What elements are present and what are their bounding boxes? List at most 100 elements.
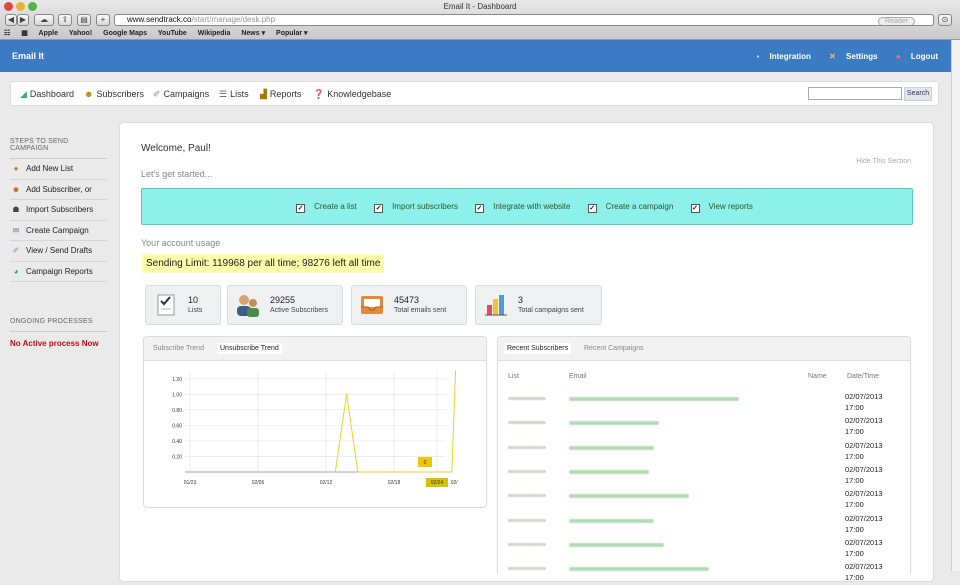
- time-text: 17:00: [845, 403, 864, 412]
- data-point: [345, 393, 348, 396]
- tab-subscribe-trend[interactable]: Subscribe Trend: [150, 343, 207, 354]
- date-cell: 02/07/2013 17:00: [845, 513, 883, 535]
- stat-value: 3: [518, 295, 524, 305]
- new-tab-icon[interactable]: +: [96, 14, 110, 26]
- page-scrollbar[interactable]: [951, 40, 960, 571]
- time-text: 17:00: [845, 500, 864, 510]
- time-text: 17:00: [845, 573, 864, 583]
- date-cell: 02/07/2013 17:00: [845, 488, 883, 510]
- top-sites-icon[interactable]: ▦: [21, 30, 28, 37]
- bookmark-item[interactable]: Apple: [39, 30, 58, 37]
- tab-recent-campaigns[interactable]: Recent Campaigns: [581, 343, 647, 354]
- create-icon: ✉: [12, 225, 20, 235]
- reader-button[interactable]: Reader: [878, 17, 915, 25]
- date-text: 02/07/2013: [845, 562, 883, 572]
- menu-reports[interactable]: ▟ Reports: [260, 89, 301, 100]
- date-text: 02/07/2013: [845, 392, 883, 401]
- stat-label: Lists: [188, 307, 203, 314]
- logout-link[interactable]: ● Logout: [888, 52, 938, 61]
- forward-icon[interactable]: ▶: [17, 14, 29, 26]
- search-button[interactable]: Search: [904, 87, 932, 101]
- hide-section-link[interactable]: Hide This Section: [856, 158, 911, 165]
- tab-recent-subscribers[interactable]: Recent Subscribers: [504, 343, 572, 354]
- tab-unsubscribe-trend[interactable]: Unsubscribe Trend: [217, 343, 282, 354]
- list-icon: ●: [13, 164, 19, 173]
- share-icon[interactable]: ⇪: [58, 14, 72, 26]
- step-create-campaign[interactable]: ✓ Create a campaign: [587, 202, 679, 213]
- reading-list-icon[interactable]: ☷: [4, 30, 10, 37]
- stat-emails-sent[interactable]: 45473 Total emails sent: [351, 285, 467, 325]
- email-cell[interactable]: [569, 469, 649, 474]
- bookmark-item[interactable]: Yahoo!: [69, 30, 92, 37]
- checkbox-checked-icon: ✓: [690, 204, 700, 213]
- date-cell: 02/07/2013 17:00: [845, 464, 883, 486]
- onboarding-steps: ✓ Create a list ✓ Import subscribers ✓ Inte…: [141, 188, 913, 225]
- brand-logo[interactable]: Email It: [12, 51, 44, 61]
- close-window-icon[interactable]: [4, 2, 13, 11]
- search-input[interactable]: [808, 87, 902, 100]
- stat-lists[interactable]: 10 Lists: [145, 285, 221, 325]
- add-user-icon: ☻: [11, 184, 21, 194]
- sidebar-item-label: Create Campaign: [26, 225, 89, 235]
- sidebar-heading: STEPS TO SEND CAMPAIGN: [10, 138, 107, 159]
- sidebar-item-drafts[interactable]: ✐ View / Send Drafts: [10, 241, 107, 262]
- y-tick-label: 1.00: [172, 392, 182, 398]
- menu-knowledgebase[interactable]: ❓ Knowledgebase: [313, 89, 391, 100]
- stat-subscribers[interactable]: 29255 Active Subscribers: [227, 285, 343, 325]
- bookmark-item[interactable]: YouTube: [158, 30, 187, 37]
- sidebar-item-add-subscriber[interactable]: ☻ Add Subscriber, or: [10, 180, 107, 200]
- table-row: 02/07/2013 17:00: [508, 464, 903, 488]
- downloads-icon[interactable]: ⊙: [938, 14, 952, 26]
- email-cell[interactable]: [569, 445, 654, 450]
- menu-subscribers[interactable]: ☻ Subscribers: [84, 89, 144, 99]
- address-bar[interactable]: www.sendtrack.co/start/manage/desk.php R…: [114, 14, 934, 26]
- bookmark-item[interactable]: News ▾: [241, 30, 265, 37]
- step-view-reports[interactable]: ✓ View reports: [690, 202, 758, 213]
- time-text: 17:00: [845, 427, 864, 437]
- y-tick-label: 0.80: [172, 408, 182, 414]
- stat-campaigns-sent[interactable]: 3 Total campaigns sent: [475, 285, 602, 325]
- subscribers-icon: ☻: [84, 89, 94, 99]
- email-cell[interactable]: [569, 542, 664, 547]
- menu-lists[interactable]: ☰ Lists: [219, 89, 249, 100]
- date-text: 02/07/2013: [845, 537, 883, 547]
- import-icon: ☗: [12, 205, 20, 214]
- zoom-window-icon[interactable]: [28, 2, 37, 11]
- sidebar-item-add-list[interactable]: ● Add New List: [10, 159, 107, 180]
- sidebar-item-reports[interactable]: ◕ Campaign Reports: [10, 262, 107, 282]
- email-cell[interactable]: [569, 494, 689, 499]
- bookmark-item[interactable]: Popular ▾: [276, 30, 308, 37]
- checkbox-checked-icon: ✓: [587, 204, 597, 213]
- time-text: 17:00: [845, 475, 864, 485]
- data-point: [454, 370, 457, 372]
- bookmark-item[interactable]: Wikipedia: [198, 30, 231, 37]
- menu-dashboard[interactable]: ◢ Dashboard: [20, 89, 74, 100]
- email-cell[interactable]: [569, 397, 739, 401]
- icloud-icon[interactable]: ☁: [34, 14, 54, 26]
- email-cell[interactable]: [569, 567, 709, 572]
- menu-campaigns[interactable]: ✐ Campaigns: [153, 89, 209, 100]
- table-row: 02/07/2013 17:00: [508, 513, 903, 537]
- column-header: Email: [569, 373, 587, 380]
- date-text: 02/07/2013: [845, 464, 883, 474]
- email-cell[interactable]: [569, 518, 654, 523]
- time-text: 17:00: [845, 548, 864, 558]
- top-nav: ▪ Integration ✕ Settings ● Logout: [740, 52, 938, 61]
- integration-link[interactable]: ▪ Integration: [748, 52, 810, 61]
- step-create-list[interactable]: ✓ Create a list: [296, 202, 362, 213]
- bookmark-item[interactable]: Google Maps: [103, 30, 147, 37]
- email-cell[interactable]: [569, 421, 659, 426]
- sidebar-toggle-icon[interactable]: ▤: [77, 14, 91, 26]
- list-cell: [508, 469, 546, 473]
- minimize-window-icon[interactable]: [16, 2, 25, 11]
- date-cell: 02/07/2013 17:00: [845, 415, 883, 437]
- sidebar-item-label: Add Subscriber, or: [26, 184, 92, 194]
- inbox-icon: [361, 296, 383, 314]
- sidebar-item-import[interactable]: ☗ Import Subscribers: [10, 200, 107, 221]
- settings-link[interactable]: ✕ Settings: [821, 52, 878, 61]
- step-integrate[interactable]: ✓ Integrate with website: [475, 202, 575, 213]
- step-import-subscribers[interactable]: ✓ Import subscribers: [374, 202, 463, 213]
- back-icon[interactable]: ◀: [5, 14, 17, 26]
- sidebar-item-create-campaign[interactable]: ✉ Create Campaign: [10, 221, 107, 241]
- logout-icon: ●: [895, 52, 903, 61]
